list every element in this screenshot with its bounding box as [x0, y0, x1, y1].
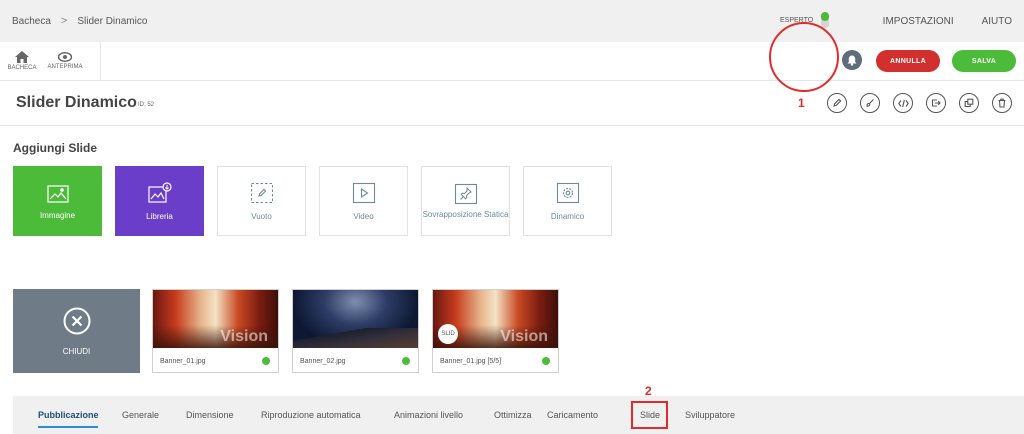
add-video-slide-button[interactable]: Video — [319, 166, 408, 236]
expert-switch-knob — [821, 12, 830, 21]
library-icon — [147, 181, 172, 203]
add-blank-slide-button[interactable]: Vuoto — [217, 166, 306, 236]
add-video-label: Video — [353, 211, 374, 221]
settings-tabs: Pubblicazione Generale Dimensione Riprod… — [13, 396, 1024, 434]
slide-preview-image: Vision SLID — [433, 290, 558, 348]
slider-id: ID: 52 — [138, 102, 155, 108]
slide-brand-watermark: Vision — [500, 328, 548, 345]
close-slides-label: CHIUDI — [62, 346, 91, 356]
eye-icon — [58, 52, 72, 62]
breadcrumb-separator: > — [60, 15, 68, 27]
add-dynamic-label: Dinamico — [550, 211, 585, 221]
check-icon — [262, 357, 270, 365]
trash-icon — [998, 98, 1006, 108]
slide-badge: SLID — [438, 324, 458, 344]
add-slide-title: Aggiungi Slide — [13, 141, 97, 155]
slide-thumbnail-2[interactable]: Banner_02.jpg — [292, 289, 419, 373]
preview-label: ANTEPRIMA — [47, 64, 83, 70]
slide-thumbnail-1[interactable]: Vision Banner_01.jpg — [152, 289, 279, 373]
video-icon — [352, 182, 375, 203]
tab-pubblicazione[interactable]: Pubblicazione — [38, 410, 99, 420]
bell-icon — [847, 55, 857, 66]
editor-toolbar: BACHECA ANTEPRIMA — [0, 42, 1024, 81]
slide-filename: Banner_02.jpg — [300, 358, 346, 365]
slide-thumbnail-3[interactable]: Vision SLID Banner_01.jpg [5/5] — [432, 289, 559, 373]
cancel-button[interactable]: ANNULLA — [876, 50, 940, 72]
tab-riproduzione-automatica[interactable]: Riproduzione automatica — [261, 410, 361, 420]
tab-ottimizza[interactable]: Ottimizza — [494, 410, 532, 420]
tab-sviluppatore[interactable]: Sviluppatore — [685, 410, 735, 420]
tab-generale[interactable]: Generale — [122, 410, 159, 420]
check-icon — [402, 357, 410, 365]
tab-dimensione[interactable]: Dimensione — [186, 410, 234, 420]
notifications-button[interactable] — [842, 50, 862, 70]
settings-link[interactable]: IMPOSTAZIONI — [883, 16, 954, 27]
dashboard-label: BACHECA — [7, 65, 37, 71]
code-button[interactable] — [893, 93, 913, 113]
breadcrumb-home-link[interactable]: Bacheca — [12, 16, 51, 27]
annotation-box — [631, 401, 668, 429]
add-image-label: Immagine — [39, 210, 76, 220]
duplicate-icon — [964, 98, 974, 108]
save-button[interactable]: SALVA — [952, 50, 1016, 72]
duplicate-button[interactable] — [959, 93, 979, 113]
add-static-overlay-button[interactable]: Sovrapposizione Statica — [421, 166, 510, 236]
preview-button[interactable]: ANTEPRIMA — [40, 42, 90, 80]
slide-brand-watermark: Vision — [220, 328, 268, 345]
slide-filename: Banner_01.jpg [5/5] — [440, 358, 502, 365]
breadcrumb-current: Slider Dinamico — [77, 15, 148, 27]
add-image-slide-button[interactable]: Immagine — [13, 166, 102, 236]
brush-icon — [866, 99, 874, 107]
dashboard-button[interactable]: BACHECA — [4, 42, 40, 80]
annotation-number-2: 2 — [645, 384, 652, 398]
top-bar: Bacheca > Slider Dinamico IMPOSTAZIONI A… — [0, 0, 1024, 42]
check-icon — [542, 357, 550, 365]
pin-icon — [454, 183, 477, 205]
export-button[interactable] — [926, 93, 946, 113]
title-row: Slider Dinamico ID: 52 — [0, 81, 1024, 126]
close-circle-icon — [63, 307, 90, 334]
toolbar-divider — [100, 42, 101, 80]
page-title: Slider Dinamico — [16, 94, 137, 111]
add-library-label: Libreria — [146, 211, 173, 221]
tab-caricamento[interactable]: Caricamento — [547, 410, 598, 420]
gear-icon — [556, 182, 579, 203]
close-slides-button[interactable]: CHIUDI — [13, 289, 140, 373]
top-nav: IMPOSTAZIONI AIUTO — [883, 16, 1012, 27]
delete-button[interactable] — [992, 93, 1012, 113]
slide-preview-image: Vision — [153, 290, 278, 348]
slide-preview-image — [293, 290, 418, 348]
slider-tools — [827, 93, 1012, 113]
breadcrumb: Bacheca > Slider Dinamico — [12, 15, 147, 27]
blank-slide-icon — [250, 182, 273, 203]
add-static-overlay-label: Sovrapposizione Statica — [422, 210, 509, 219]
pencil-icon — [833, 98, 842, 107]
edit-button[interactable] — [827, 93, 847, 113]
expert-switch[interactable] — [821, 12, 830, 28]
home-icon — [15, 51, 29, 63]
add-library-slide-button[interactable]: Libreria — [115, 166, 204, 236]
slide-filename: Banner_01.jpg — [160, 358, 206, 365]
active-tab-indicator — [38, 426, 98, 428]
add-blank-label: Vuoto — [251, 211, 272, 221]
brush-button[interactable] — [860, 93, 880, 113]
help-link[interactable]: AIUTO — [982, 16, 1012, 27]
image-upload-icon — [46, 184, 69, 203]
add-dynamic-slide-button[interactable]: Dinamico — [523, 166, 612, 236]
tab-animazioni-livello[interactable]: Animazioni livello — [394, 410, 463, 420]
code-icon — [897, 99, 909, 107]
export-icon — [931, 99, 941, 107]
